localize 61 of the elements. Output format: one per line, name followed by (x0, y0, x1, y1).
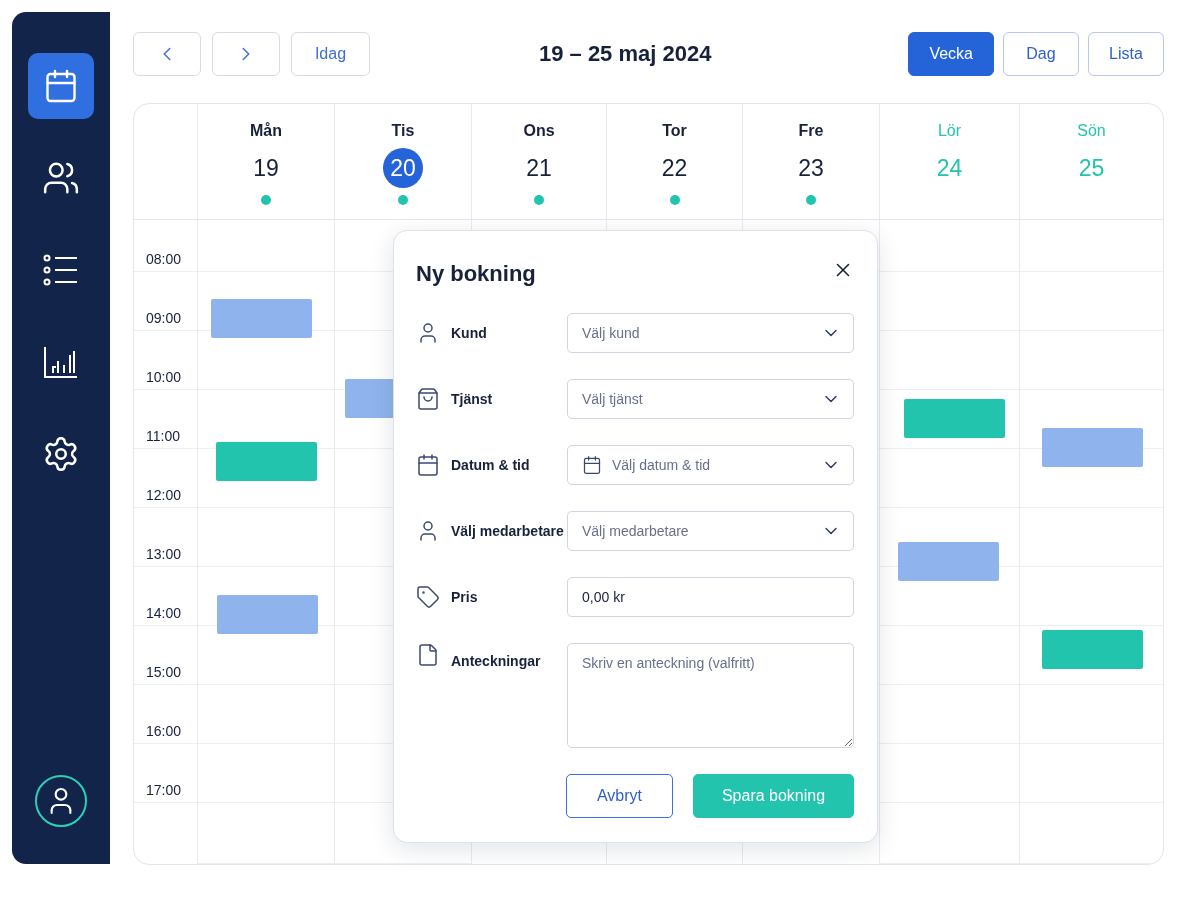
price-input[interactable]: 0,00 kr (567, 577, 854, 617)
notes-textarea[interactable]: Skriv en anteckning (valfritt) (567, 643, 854, 748)
day-name: Tis (391, 122, 415, 141)
booking-block[interactable] (217, 595, 318, 634)
calendar-icon (416, 453, 440, 477)
cancel-button[interactable]: Avbryt (566, 774, 673, 818)
field-label: Datum & tid (451, 457, 531, 473)
day-name: Sön (1077, 122, 1106, 141)
profile-button[interactable] (35, 775, 87, 827)
booking-block[interactable] (1042, 630, 1143, 669)
day-name: Ons (523, 122, 555, 141)
time-label: 09:00 (146, 310, 182, 326)
field-label: Pris (451, 589, 479, 605)
booking-block[interactable] (904, 399, 1005, 438)
day-name: Fre (798, 122, 824, 141)
dialog-title: Ny bokning (416, 261, 536, 287)
select-field[interactable]: Välj tjänst (567, 379, 854, 419)
file-icon (416, 643, 440, 667)
time-label: 17:00 (146, 782, 182, 798)
tag-icon (416, 585, 440, 609)
view-tab[interactable]: Dag (1003, 32, 1079, 76)
view-tab[interactable]: Lista (1088, 32, 1164, 76)
settings-icon (42, 435, 80, 473)
time-label: 11:00 (146, 428, 180, 444)
booking-block[interactable] (898, 542, 999, 581)
date-select-field[interactable]: Välj datum & tid (567, 445, 854, 485)
field-label: Anteckningar (451, 653, 542, 669)
list-icon (43, 254, 79, 286)
booking-block[interactable] (216, 442, 317, 481)
bar-chart-icon (44, 346, 78, 378)
next-button[interactable] (212, 32, 280, 76)
time-label: 12:00 (146, 487, 182, 503)
time-label: 08:00 (146, 251, 182, 267)
field-label: Kund (451, 325, 488, 341)
sidebar-item[interactable] (28, 53, 94, 119)
day-date[interactable]: 20 (383, 148, 423, 188)
day-name: Tor (662, 122, 687, 141)
time-label: 13:00 (146, 546, 182, 562)
day-date[interactable]: 21 (519, 148, 559, 188)
field-label: Välj medarbetare (451, 523, 565, 539)
select-field[interactable]: Välj kund (567, 313, 854, 353)
day-name: Lör (937, 122, 962, 141)
bag-icon (416, 387, 440, 411)
today-button[interactable]: Idag (291, 32, 370, 76)
field-label: Tjänst (451, 391, 494, 407)
time-label: 14:00 (146, 605, 182, 621)
day-date[interactable]: 19 (246, 148, 286, 188)
time-label: 15:00 (146, 664, 182, 680)
time-label: 10:00 (146, 369, 182, 385)
calendar-icon (43, 68, 79, 104)
booking-block[interactable] (1042, 428, 1143, 467)
select-field[interactable]: Välj medarbetare (567, 511, 854, 551)
time-label: 16:00 (146, 723, 182, 739)
calendar-icon (582, 455, 602, 475)
previous-button[interactable] (133, 32, 201, 76)
day-date[interactable]: 23 (791, 148, 831, 188)
date-range-title: 19 – 25 maj 2024 (537, 41, 713, 67)
day-date[interactable]: 22 (654, 148, 695, 188)
booking-block[interactable] (211, 299, 312, 338)
day-name: Mån (250, 122, 282, 141)
view-tab[interactable]: Vecka (908, 32, 994, 76)
